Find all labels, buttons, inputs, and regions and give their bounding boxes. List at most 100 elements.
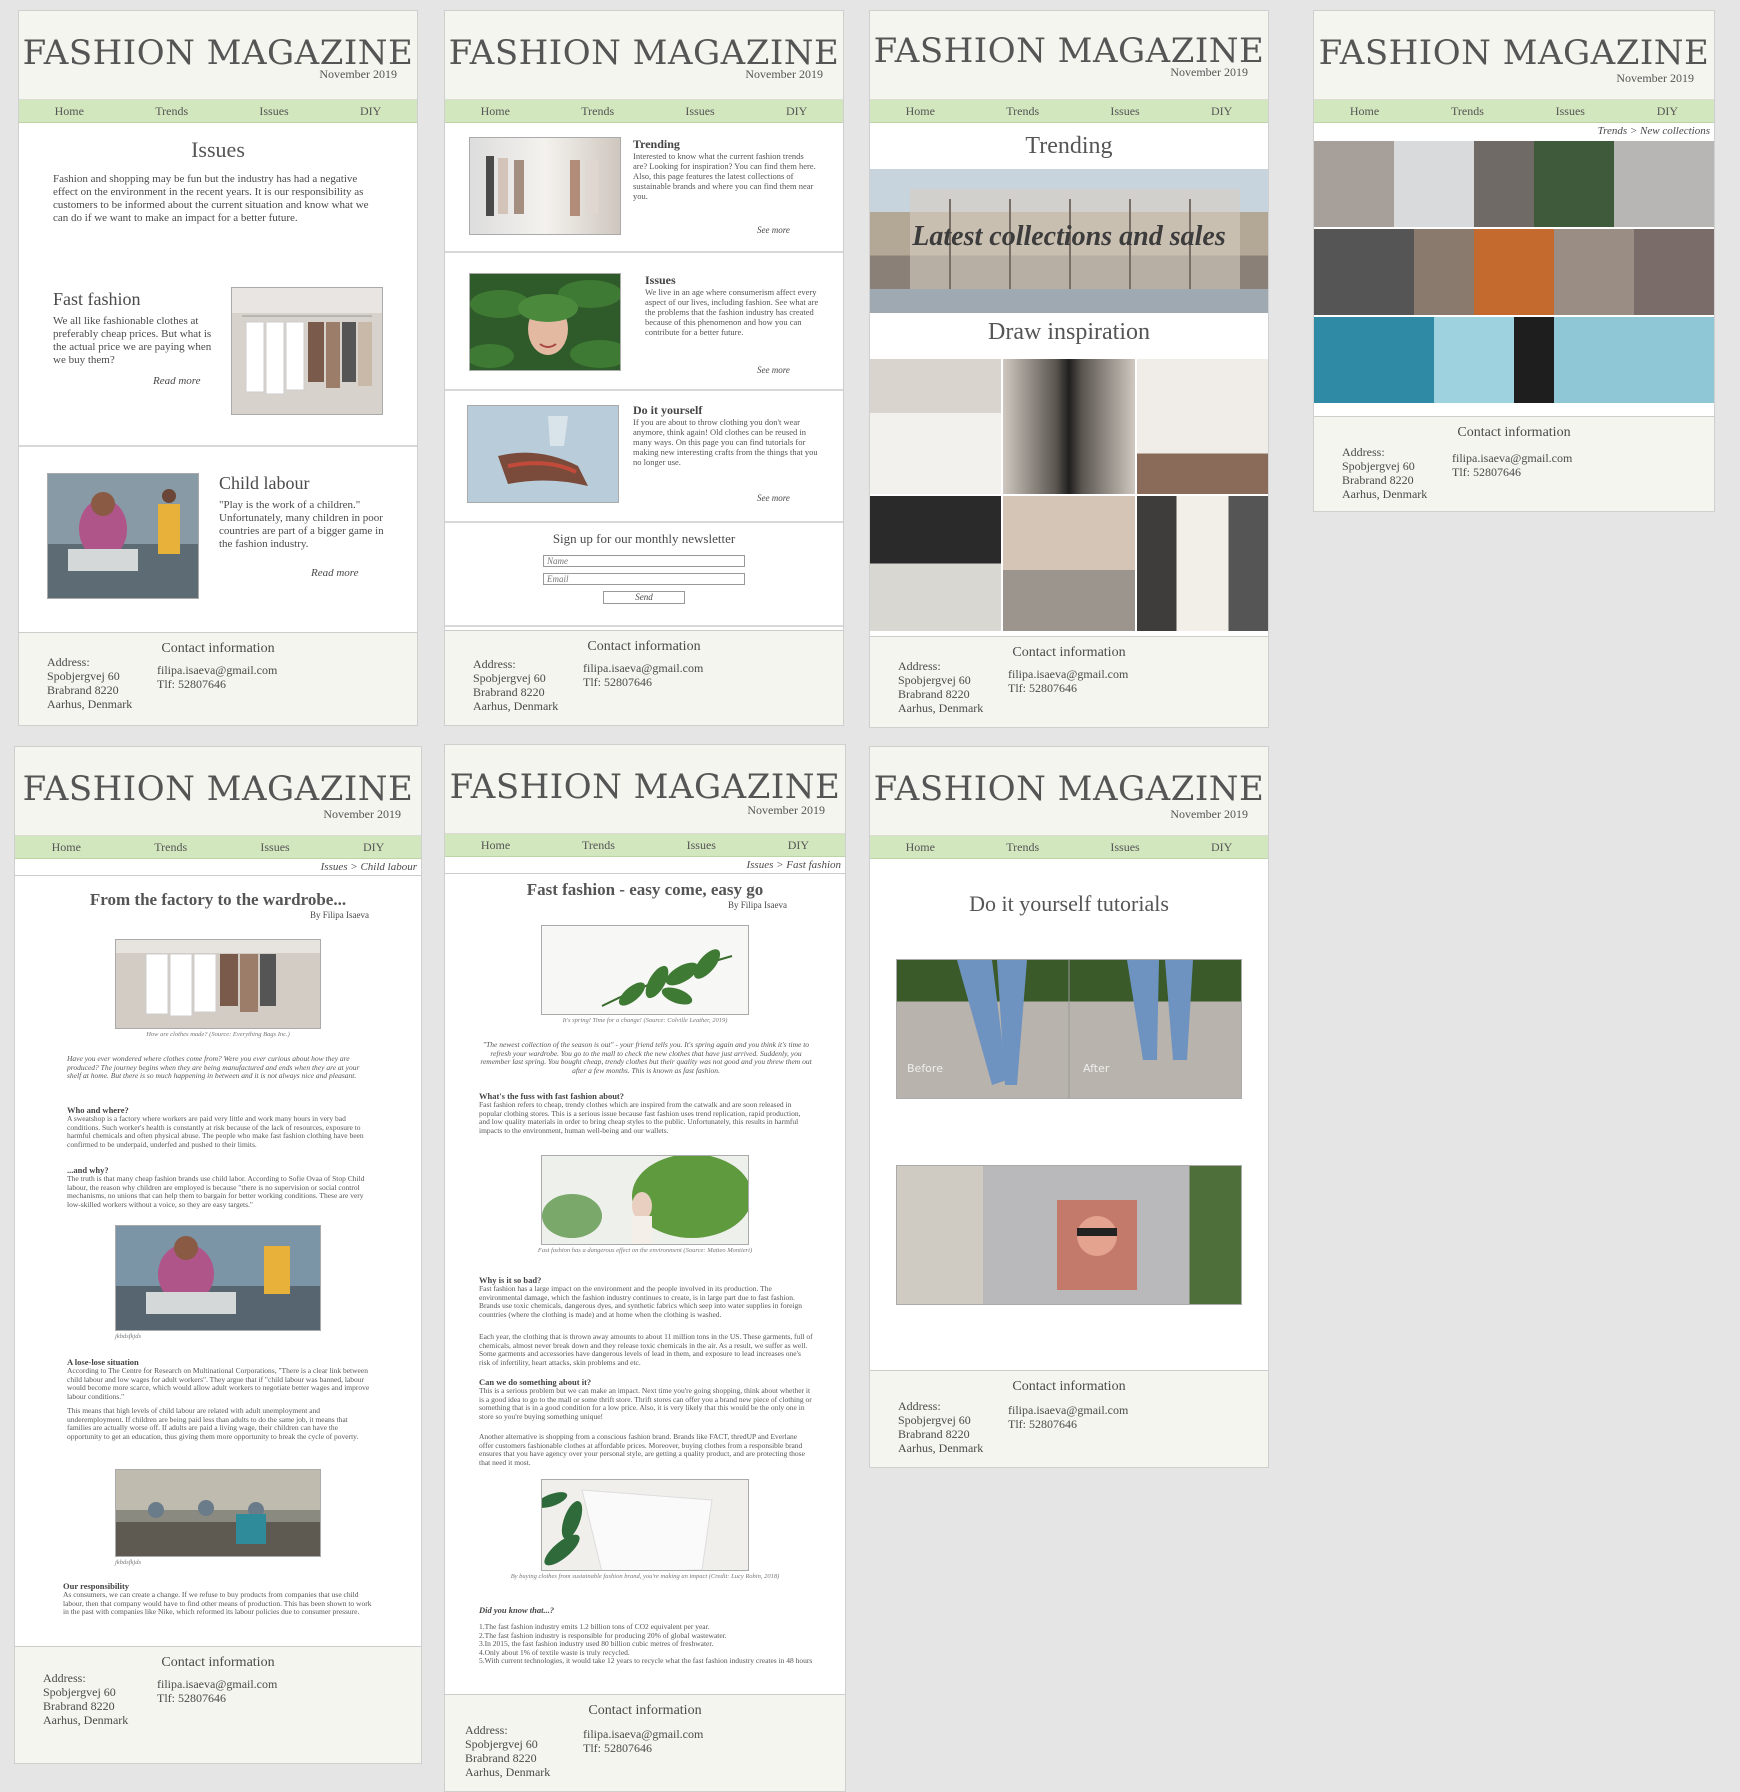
- outfit-cream-sweater-image[interactable]: [1136, 359, 1268, 494]
- green-leaf-image[interactable]: [541, 925, 749, 1015]
- outfit-plaid-blazer-image[interactable]: [1003, 359, 1135, 494]
- nav-trends[interactable]: Trends: [581, 104, 614, 119]
- issues-teaser: Issues We live in an age where consumeri…: [445, 253, 843, 391]
- nav-diy[interactable]: DIY: [363, 840, 384, 855]
- child-labour-read-more[interactable]: Read more: [311, 567, 359, 579]
- issue-date: November 2019: [747, 803, 825, 817]
- site-title[interactable]: FASHION MAGAZINE: [445, 767, 845, 807]
- section-why-text: The truth is that many cheap fashion bra…: [67, 1174, 365, 1209]
- nav-home[interactable]: Home: [906, 104, 935, 119]
- clothes-rack-image[interactable]: [115, 939, 321, 1029]
- nav-issues[interactable]: Issues: [685, 104, 714, 119]
- newsletter-section: Sign up for our monthly newsletter Send: [445, 523, 843, 627]
- fast-fashion-title[interactable]: Fast fashion: [53, 289, 141, 310]
- collection-photo-1[interactable]: [1314, 141, 1714, 227]
- nav-issues[interactable]: Issues: [1110, 840, 1139, 855]
- nav-issues[interactable]: Issues: [259, 104, 288, 119]
- site-header: FASHION MAGAZINE November 2019: [445, 11, 843, 100]
- contact-email[interactable]: filipa.isaeva@gmail.com: [583, 661, 703, 675]
- white-shirt-plant-image[interactable]: [541, 1479, 749, 1571]
- jeans-before-after-image[interactable]: Before After: [896, 959, 1242, 1099]
- site-title[interactable]: FASHION MAGAZINE: [1314, 33, 1714, 73]
- factory-workers-image[interactable]: [115, 1469, 321, 1557]
- contact-footer: Contact information Address: Spobjergvej …: [870, 1370, 1268, 1467]
- child-labour-text: "Play is the work of a children." Unfort…: [219, 499, 384, 550]
- nav-home[interactable]: Home: [481, 838, 510, 853]
- clothes-rack-image[interactable]: [231, 287, 383, 415]
- diy-see-more[interactable]: See more: [757, 493, 790, 503]
- collection-photo-3[interactable]: [1314, 317, 1714, 403]
- fast-fashion-read-more[interactable]: Read more: [153, 375, 201, 387]
- collections-banner[interactable]: Latest collections and sales: [870, 169, 1268, 313]
- newsletter-email-input[interactable]: [543, 573, 745, 585]
- nav-home[interactable]: Home: [906, 840, 935, 855]
- nav-trends[interactable]: Trends: [155, 104, 188, 119]
- nav-issues[interactable]: Issues: [260, 840, 289, 855]
- section-lose-text-2: This means that high levels of child lab…: [67, 1406, 359, 1441]
- after-label: After: [1083, 1062, 1110, 1075]
- nav-home[interactable]: Home: [1350, 104, 1379, 119]
- site-title[interactable]: FASHION MAGAZINE: [870, 769, 1268, 809]
- issues-see-more[interactable]: See more: [757, 365, 790, 375]
- nav-trends[interactable]: Trends: [1006, 104, 1039, 119]
- nav-diy[interactable]: DIY: [1211, 104, 1232, 119]
- breadcrumb[interactable]: Issues > Fast fashion: [445, 857, 845, 874]
- nav-diy[interactable]: DIY: [786, 104, 807, 119]
- nav-home[interactable]: Home: [55, 104, 84, 119]
- nav-diy[interactable]: DIY: [360, 104, 381, 119]
- child-labour-title[interactable]: Child labour: [219, 473, 310, 494]
- issues-title[interactable]: Issues: [645, 273, 676, 288]
- nav-issues[interactable]: Issues: [1110, 104, 1139, 119]
- issue-date: November 2019: [1170, 807, 1248, 821]
- site-title[interactable]: FASHION MAGAZINE: [15, 769, 421, 809]
- contact-email[interactable]: filipa.isaeva@gmail.com: [583, 1727, 703, 1741]
- leaves-face-image[interactable]: [469, 273, 621, 371]
- contact-footer: Contact information Address: Spobjergvej …: [445, 1694, 845, 1791]
- contact-email[interactable]: filipa.isaeva@gmail.com: [157, 663, 277, 677]
- contact-phone: Tlf: 52807646: [1008, 681, 1077, 695]
- sewing-child-image[interactable]: [115, 1225, 321, 1331]
- nav-diy[interactable]: DIY: [1211, 840, 1232, 855]
- child-labour-image[interactable]: [47, 473, 199, 599]
- nav-trends[interactable]: Trends: [1451, 104, 1484, 119]
- outfit-beige-knit-image[interactable]: [1003, 496, 1135, 631]
- outfit-grey-blazer-image[interactable]: [1136, 496, 1268, 631]
- trending-see-more[interactable]: See more: [757, 225, 790, 235]
- breadcrumb[interactable]: Trends > New collections: [1314, 123, 1714, 139]
- nav-diy[interactable]: DIY: [788, 838, 809, 853]
- tshirt-print-image[interactable]: [896, 1165, 1242, 1305]
- trending-title[interactable]: Trending: [633, 137, 680, 152]
- nav-home[interactable]: Home: [481, 104, 510, 119]
- outfit-black-top-image[interactable]: [870, 496, 1002, 631]
- nav-issues[interactable]: Issues: [1556, 104, 1585, 119]
- contact-email[interactable]: filipa.isaeva@gmail.com: [157, 1677, 277, 1691]
- store-image[interactable]: [469, 137, 621, 235]
- big-leaf-woman-image[interactable]: [541, 1155, 749, 1245]
- contact-email-phone: filipa.isaeva@gmail.com Tlf: 52807646: [583, 661, 703, 689]
- contact-title: Contact information: [587, 639, 701, 654]
- contact-email[interactable]: filipa.isaeva@gmail.com: [1452, 451, 1572, 465]
- contact-footer: Contact information Address: Spobjergvej …: [1314, 416, 1714, 511]
- fast-fashion-text: We all like fashionable clothes at prefe…: [53, 315, 212, 366]
- newsletter-name-input[interactable]: [543, 555, 745, 567]
- jeans-image[interactable]: [467, 405, 619, 503]
- nav-trends[interactable]: Trends: [582, 838, 615, 853]
- nav-trends[interactable]: Trends: [1006, 840, 1039, 855]
- contact-email[interactable]: filipa.isaeva@gmail.com: [1008, 1403, 1128, 1417]
- nav-trends[interactable]: Trends: [154, 840, 187, 855]
- inspiration-heading: Draw inspiration: [988, 319, 1150, 345]
- nav-home[interactable]: Home: [52, 840, 81, 855]
- contact-phone: Tlf: 52807646: [157, 1691, 226, 1705]
- outfit-white-blouse-image[interactable]: [870, 359, 1002, 494]
- nav-diy[interactable]: DIY: [1657, 104, 1678, 119]
- diy-title[interactable]: Do it yourself: [633, 403, 702, 418]
- contact-email-phone: filipa.isaeva@gmail.com Tlf: 52807646: [157, 1677, 277, 1705]
- nav-issues[interactable]: Issues: [687, 838, 716, 853]
- contact-email[interactable]: filipa.isaeva@gmail.com: [1008, 667, 1128, 681]
- collection-photo-2[interactable]: [1314, 229, 1714, 315]
- contact-email-phone: filipa.isaeva@gmail.com Tlf: 52807646: [583, 1727, 703, 1755]
- newsletter-send-button[interactable]: Send: [603, 591, 685, 604]
- site-header: FASHION MAGAZINE November 2019: [1314, 11, 1714, 100]
- breadcrumb[interactable]: Issues > Child labour: [15, 859, 421, 876]
- page-heading: Trending: [1025, 133, 1113, 159]
